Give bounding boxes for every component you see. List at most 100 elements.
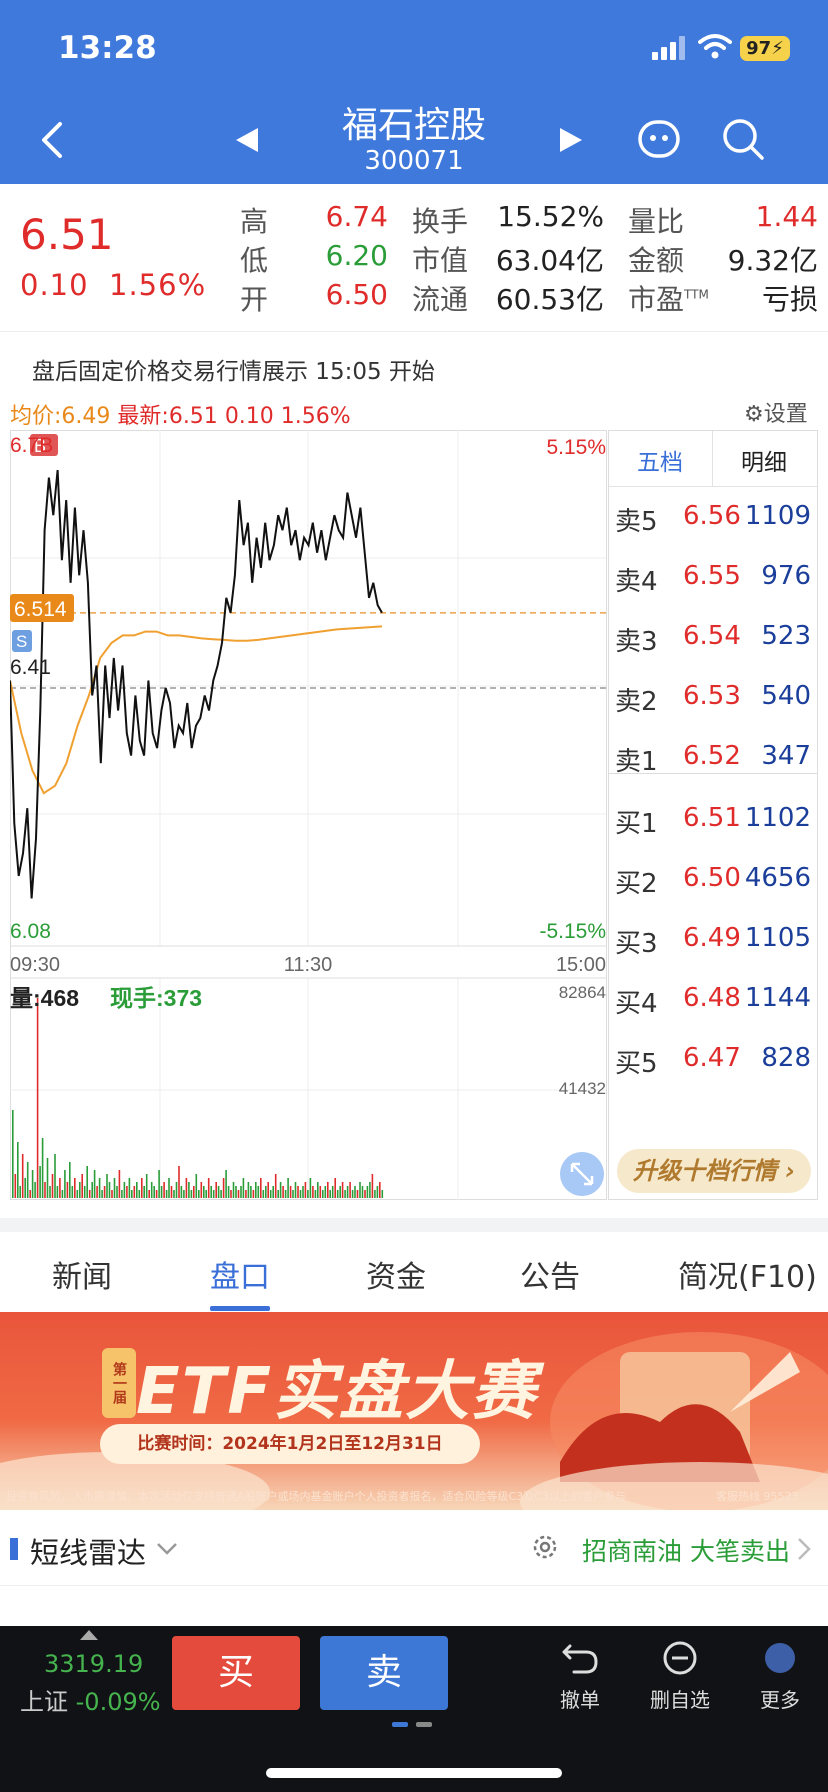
order-level-label: 卖5: [615, 507, 658, 537]
volume-bar: [225, 1170, 227, 1198]
battery-indicator: 97⚡: [740, 36, 790, 61]
volume-bar: [284, 1190, 287, 1198]
signal-icon: [652, 36, 688, 60]
more-icon: [765, 1643, 795, 1673]
ask-row[interactable]: 卖5 6.56 1109: [609, 489, 817, 545]
volume-bar: [247, 1182, 250, 1198]
volume-bar: [98, 1178, 101, 1198]
current-price-tag-label: 6.514: [14, 598, 67, 621]
stat-label: 量比: [628, 205, 685, 238]
x-tick-label: 09:30: [10, 954, 60, 976]
volume-bar: [230, 1190, 232, 1198]
order-price: 6.48: [683, 983, 741, 1013]
volume-bar: [76, 1190, 79, 1198]
volume-bar: [163, 1182, 165, 1198]
remove-watchlist-button[interactable]: 删自选: [640, 1640, 720, 1713]
more-button[interactable]: 更多: [740, 1640, 820, 1713]
volume-bar: [12, 1110, 14, 1198]
banner-hotline: 客服热线 95523: [716, 1490, 799, 1503]
gear-icon[interactable]: [530, 1532, 560, 1562]
volume-bar: [138, 1190, 141, 1198]
radar-title: 短线雷达: [30, 1536, 147, 1570]
bid-row[interactable]: 买1 6.51 1102: [609, 791, 817, 847]
order-level-label: 卖2: [615, 687, 658, 717]
volume-bar: [250, 1186, 252, 1198]
order-price: 6.53: [683, 681, 741, 711]
radar-signal[interactable]: 招商南油 大笔卖出: [582, 1532, 790, 1568]
undo-icon: [562, 1644, 598, 1674]
volume-bar: [113, 1178, 116, 1198]
tab-news[interactable]: 新闻: [52, 1252, 112, 1296]
tab-handicap[interactable]: 盘口: [210, 1252, 270, 1296]
assistant-icon[interactable]: [636, 116, 682, 162]
ask-row[interactable]: 卖1 6.52 347: [609, 729, 817, 785]
volume-bar: [103, 1186, 106, 1198]
search-icon[interactable]: [720, 116, 766, 162]
tab-announcements[interactable]: 公告: [520, 1252, 580, 1296]
volume-bar: [108, 1182, 111, 1198]
index-value[interactable]: 3319.19: [44, 1650, 143, 1678]
volume-label: 量:468: [10, 985, 79, 1011]
volume-bar: [195, 1174, 198, 1198]
volume-bar: [381, 1190, 384, 1198]
bid-row[interactable]: 买4 6.48 1144: [609, 971, 817, 1027]
volume-bar: [265, 1186, 267, 1198]
stat-float-cap: 60.53亿: [495, 283, 604, 316]
chevron-down-icon[interactable]: [156, 1542, 178, 1556]
tab-detail[interactable]: 明细: [741, 443, 787, 477]
bid-row[interactable]: 买3 6.49 1105: [609, 911, 817, 967]
price-change: 0.10 1.56%: [20, 268, 207, 302]
etf-contest-banner[interactable]: 第一届 ETF实盘大赛 比赛时间：2024年1月2日至12月31日 投资有风险，…: [0, 1312, 828, 1510]
volume-bar: [51, 1174, 54, 1198]
stat-label: 高: [240, 205, 269, 238]
sell-button[interactable]: 卖: [320, 1636, 448, 1710]
volume-bar: [86, 1166, 88, 1198]
index-name[interactable]: 上证 -0.09%: [20, 1682, 161, 1717]
tab-funds[interactable]: 资金: [366, 1252, 426, 1296]
volume-bar: [329, 1190, 331, 1198]
order-level-label: 买5: [615, 1049, 658, 1079]
next-stock-icon[interactable]: [560, 128, 582, 152]
cancel-order-button[interactable]: 撤单: [540, 1640, 620, 1713]
page-indicator-active: [392, 1722, 408, 1727]
index-expand-icon[interactable]: [80, 1630, 98, 1640]
volume-bar: [17, 1142, 19, 1198]
detail-tabs: 新闻 盘口 资金 公告 简况(F10): [0, 1232, 828, 1312]
bid-row[interactable]: 买5 6.47 828: [609, 1031, 817, 1087]
volume-bar: [235, 1186, 237, 1198]
volume-bar: [170, 1186, 173, 1198]
volume-bar: [331, 1186, 334, 1198]
stock-name: 福石控股: [341, 105, 486, 146]
order-volume: 347: [761, 741, 811, 771]
ask-row[interactable]: 卖2 6.53 540: [609, 669, 817, 725]
volume-bar: [205, 1190, 207, 1198]
volume-bar: [49, 1186, 51, 1198]
ask-row[interactable]: 卖4 6.55 976: [609, 549, 817, 605]
avg-price-line: 均价:6.49 最新:6.51 0.10 1.56%: [10, 404, 351, 429]
stat-label: 低: [240, 244, 269, 277]
banner-title: ETF实盘大赛: [136, 1355, 538, 1429]
price-line: [9, 470, 383, 899]
tab-f10[interactable]: 简况(F10): [678, 1252, 817, 1296]
volume-bar: [242, 1178, 245, 1198]
chevron-right-icon[interactable]: [796, 1536, 812, 1562]
volume-bar: [183, 1190, 185, 1198]
volume-bar: [341, 1182, 344, 1198]
bid-row[interactable]: 买2 6.50 4656: [609, 851, 817, 907]
buy-button[interactable]: 买: [172, 1636, 300, 1710]
chart-settings-button[interactable]: ⚙设置: [744, 396, 808, 428]
ask-row[interactable]: 卖3 6.54 523: [609, 609, 817, 665]
volume-bar: [21, 1154, 24, 1198]
short-term-radar[interactable]: 短线雷达 招商南油 大笔卖出: [0, 1510, 828, 1586]
home-indicator: [266, 1768, 562, 1778]
intraday-chart[interactable]: B S 6.514 6.7B 6.41 6.08 5.15% -5.15% 09…: [9, 430, 608, 1200]
upgrade-ten-level-button[interactable]: 升级十档行情 ›: [617, 1149, 811, 1193]
volume-bar: [14, 1174, 17, 1198]
volume-bar: [175, 1182, 178, 1198]
volume-bar: [282, 1186, 284, 1198]
stat-label: 换手: [412, 205, 469, 238]
order-price: 6.54: [683, 621, 741, 651]
order-level-label: 买2: [615, 869, 658, 899]
volume-bar: [304, 1182, 307, 1198]
volume-bar: [302, 1186, 304, 1198]
